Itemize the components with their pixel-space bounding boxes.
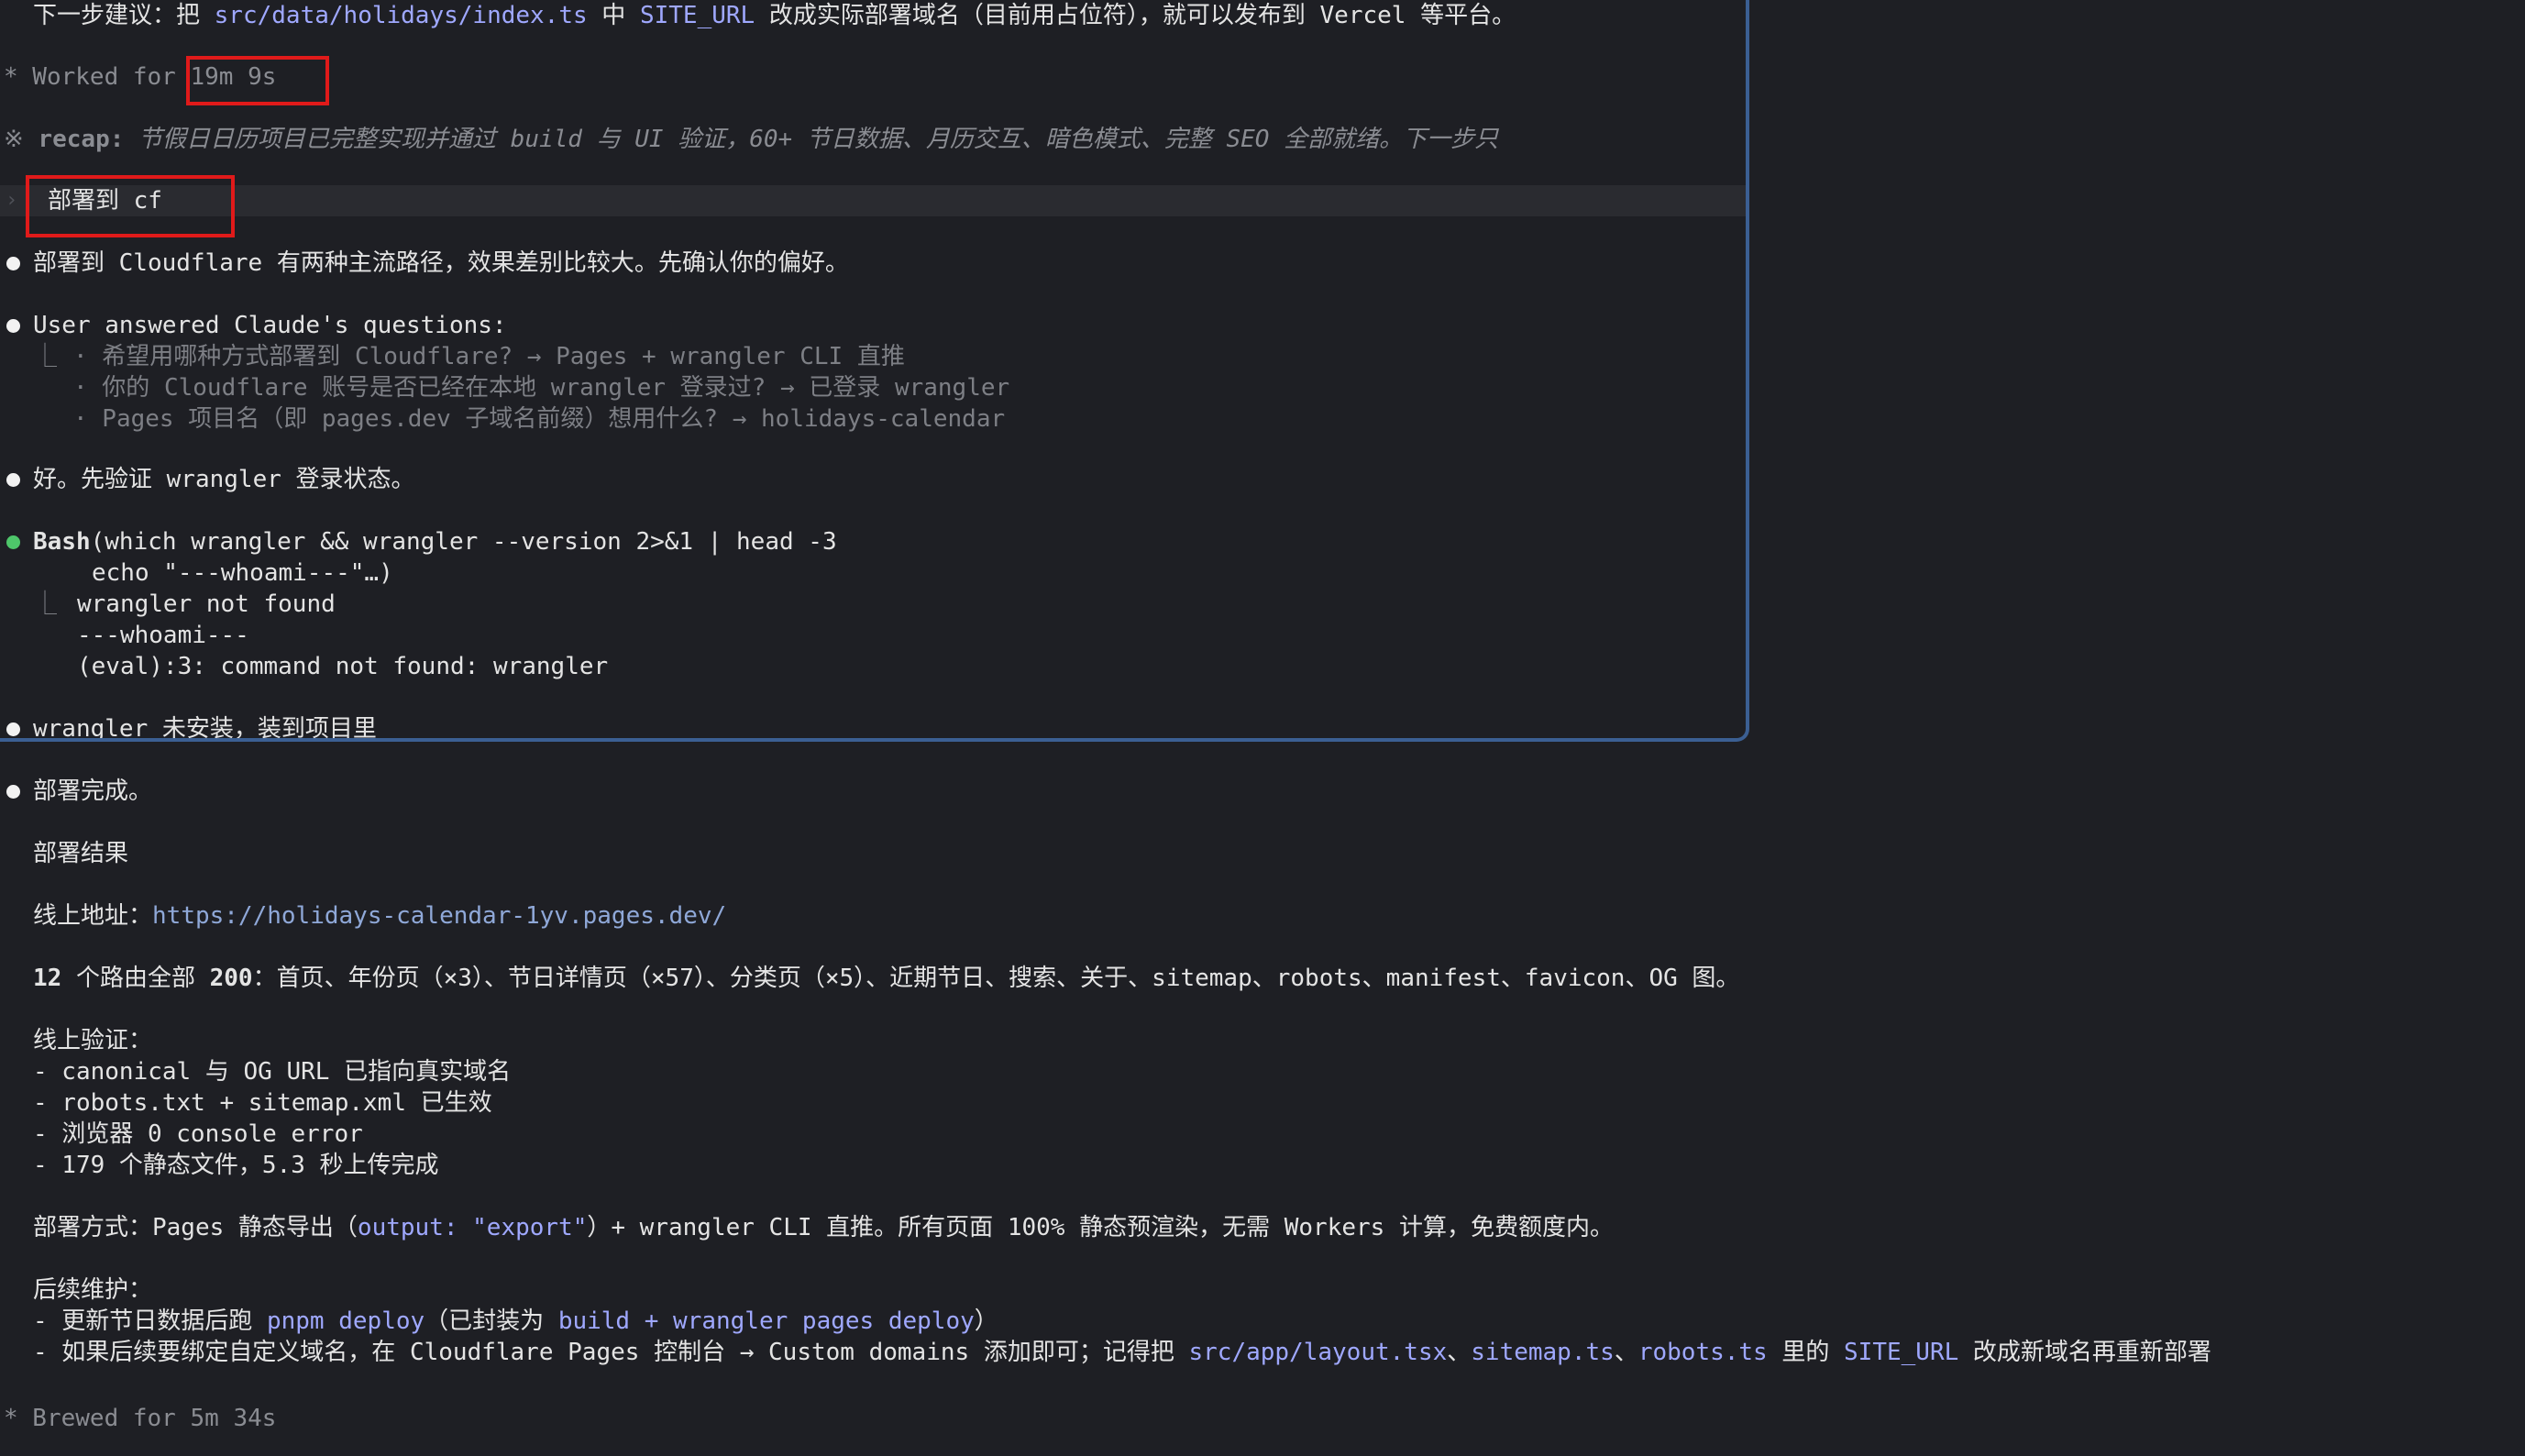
assistant-message-truncated: wrangler 未安装，装到项目里 bbox=[33, 715, 377, 742]
highlight-box-duration bbox=[186, 56, 329, 105]
answers-header: User answered Claude's questions: bbox=[33, 312, 507, 339]
site-url-token: SITE_URL bbox=[1844, 1339, 1959, 1366]
answers-corner-icon: ⎿ bbox=[33, 343, 58, 370]
section-heading: 部署结果 bbox=[33, 840, 129, 867]
bullet-icon bbox=[6, 257, 20, 270]
bash-command-continued: echo "---whoami---"…) bbox=[92, 559, 393, 587]
brewed-for-line: * Brewed for 5m 34s bbox=[4, 1405, 277, 1432]
prompt-caret-icon: › bbox=[6, 189, 18, 212]
routes-line: 12 个路由全部 200：首页、年份页（×3）、节日详情页（×57）、分类页（×… bbox=[33, 965, 1740, 992]
bash-output-line: (eval):3: command not found: wrangler bbox=[77, 653, 609, 680]
tool-name: Bash bbox=[33, 528, 91, 556]
file-path: src/app/layout.tsx bbox=[1188, 1339, 1448, 1366]
transcript-panel: 下一步建议：把 src/data/holidays/index.ts 中 SIT… bbox=[0, 0, 1749, 742]
recap-line: ※ recap: 节假日日历项目已完整实现并通过 build 与 UI 验证，6… bbox=[4, 126, 1499, 153]
bash-output-line: ---whoami--- bbox=[77, 622, 249, 649]
config-token: output: "export" bbox=[357, 1214, 588, 1241]
tool-success-icon bbox=[6, 535, 20, 549]
answer-item: · 希望用哪种方式部署到 Cloudflare? → Pages + wrang… bbox=[73, 343, 905, 370]
bullet-icon bbox=[6, 319, 20, 333]
answer-item: · 你的 Cloudflare 账号是否已经在本地 wrangler 登录过? … bbox=[73, 374, 1010, 402]
url-line: 线上地址：https://holidays-calendar-1yv.pages… bbox=[33, 902, 727, 930]
bullet-icon bbox=[6, 473, 20, 487]
bash-output-line: wrangler not found bbox=[77, 590, 336, 618]
command-token: build + wrangler pages deploy bbox=[557, 1307, 975, 1335]
list-item: - canonical 与 OG URL 已指向真实域名 bbox=[33, 1058, 512, 1086]
list-item: - 179 个静态文件，5.3 秒上传完成 bbox=[33, 1152, 439, 1179]
list-item: - 浏览器 0 console error bbox=[33, 1120, 363, 1148]
section-heading: 后续维护： bbox=[33, 1276, 153, 1304]
highlight-box-prompt bbox=[26, 175, 235, 237]
bullet-icon bbox=[6, 785, 20, 799]
deploy-method-line: 部署方式：Pages 静态导出（output: "export"）+ wrang… bbox=[33, 1214, 1614, 1241]
output-corner-icon: ⎿ bbox=[33, 590, 58, 618]
section-heading: 线上验证： bbox=[33, 1027, 153, 1054]
file-path: src/data/holidays/index.ts bbox=[214, 2, 588, 29]
deployed-url-link[interactable]: https://holidays-calendar-1yv.pages.dev/ bbox=[152, 902, 726, 930]
bash-command: Bash(which wrangler && wrangler --versio… bbox=[33, 528, 837, 556]
list-item: - 更新节日数据后跑 pnpm deploy（已封装为 build + wran… bbox=[33, 1307, 998, 1335]
assistant-message: 好。先验证 wrangler 登录状态。 bbox=[33, 466, 415, 493]
file-path: robots.ts bbox=[1637, 1339, 1768, 1366]
deploy-done-message: 部署完成。 bbox=[33, 778, 153, 805]
list-item: - robots.txt + sitemap.xml 已生效 bbox=[33, 1089, 492, 1117]
list-item: - 如果后续要绑定自定义域名，在 Cloudflare Pages 控制台 → … bbox=[33, 1339, 2211, 1366]
assistant-message: 部署到 Cloudflare 有两种主流路径，效果差别比较大。先确认你的偏好。 bbox=[33, 249, 849, 277]
site-url-token: SITE_URL bbox=[639, 2, 755, 29]
file-path: sitemap.ts bbox=[1471, 1339, 1615, 1366]
answer-item: · Pages 项目名（即 pages.dev 子域名前缀）想用什么? → ho… bbox=[73, 405, 1006, 433]
bullet-icon bbox=[6, 722, 20, 736]
command-token: pnpm deploy bbox=[266, 1307, 425, 1335]
user-prompt-bar bbox=[0, 185, 1746, 216]
next-step-suggestion: 下一步建议：把 src/data/holidays/index.ts 中 SIT… bbox=[33, 2, 1516, 29]
